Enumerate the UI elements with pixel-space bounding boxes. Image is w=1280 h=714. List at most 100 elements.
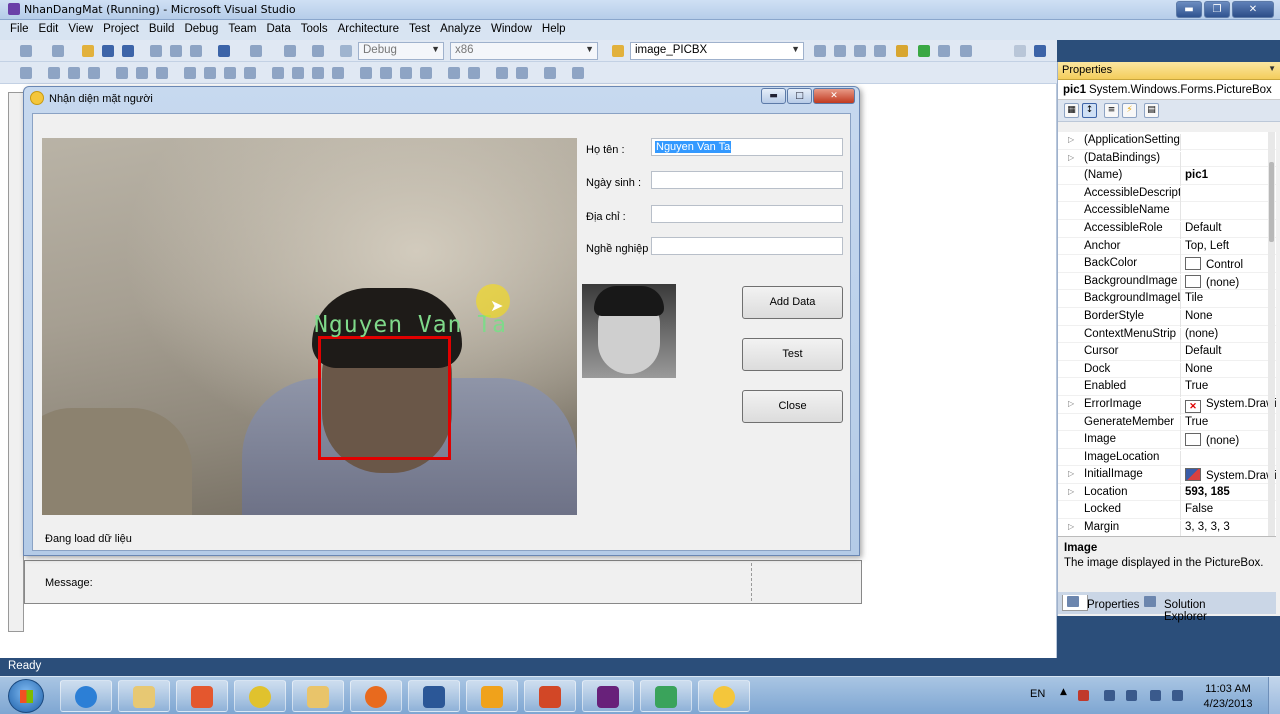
form-minimize-button[interactable]: ▬ xyxy=(761,88,786,104)
network-icon[interactable] xyxy=(1078,690,1089,701)
property-value[interactable] xyxy=(1180,450,1276,468)
property-value[interactable]: True xyxy=(1180,415,1276,433)
property-value[interactable] xyxy=(1180,204,1276,222)
name-field[interactable]: Nguyen Van Ta xyxy=(651,138,843,156)
property-value[interactable]: (none) xyxy=(1180,274,1276,292)
device-icon[interactable] xyxy=(1126,690,1137,701)
new-project-icon[interactable] xyxy=(20,45,32,57)
media-player-icon[interactable] xyxy=(176,680,228,712)
continue-icon[interactable] xyxy=(1014,45,1026,57)
start-button[interactable] xyxy=(8,679,44,713)
menu-project[interactable]: Project xyxy=(98,20,144,35)
expand-arrow-icon[interactable]: ▷ xyxy=(1068,487,1074,496)
property-row[interactable]: Locked False xyxy=(1058,501,1276,521)
visual-studio-icon[interactable] xyxy=(582,680,634,712)
align-lefts-icon[interactable] xyxy=(48,67,60,79)
test-button[interactable]: Test xyxy=(742,338,843,371)
form-maximize-button[interactable]: □ xyxy=(787,88,812,104)
address-field[interactable] xyxy=(651,205,843,223)
copy-icon[interactable] xyxy=(170,45,182,57)
add-item-icon[interactable] xyxy=(52,45,64,57)
horizontal-spacing-icon[interactable] xyxy=(272,67,284,79)
property-row[interactable]: ▷ Margin 3, 3, 3, 3 xyxy=(1058,519,1276,536)
menu-team[interactable]: Team xyxy=(223,20,261,35)
break-all-icon[interactable] xyxy=(1034,45,1046,57)
add-data-button[interactable]: Add Data xyxy=(742,286,843,319)
align-middles-icon[interactable] xyxy=(136,67,148,79)
property-row[interactable]: ▷ InitialImage System.Drawi xyxy=(1058,466,1276,486)
paint-icon[interactable] xyxy=(118,680,170,712)
menu-view[interactable]: View xyxy=(63,20,98,35)
chart-icon[interactable] xyxy=(640,680,692,712)
show-desktop-button[interactable] xyxy=(1268,677,1280,714)
paste-icon[interactable] xyxy=(190,45,202,57)
extension-manager-icon[interactable] xyxy=(896,45,908,57)
property-row[interactable]: ▷ (DataBindings) xyxy=(1058,150,1276,169)
open-file-icon[interactable] xyxy=(82,45,94,57)
object-browser-icon[interactable] xyxy=(854,45,866,57)
menu-architecture[interactable]: Architecture xyxy=(333,20,404,35)
save-all-icon[interactable] xyxy=(122,45,134,57)
restore-button[interactable]: ❐ xyxy=(1204,1,1230,18)
expand-arrow-icon[interactable]: ▷ xyxy=(1068,153,1074,162)
property-value[interactable]: System.Drawi xyxy=(1180,468,1276,486)
property-value[interactable] xyxy=(1180,186,1276,204)
events-icon[interactable]: ⚡ xyxy=(1122,103,1137,118)
save-icon[interactable] xyxy=(102,45,114,57)
decrease-horizontal-spacing-icon[interactable] xyxy=(312,67,324,79)
explorer-icon[interactable] xyxy=(292,680,344,712)
chrome-icon[interactable] xyxy=(234,680,286,712)
align-rights-icon[interactable] xyxy=(88,67,100,79)
close-button[interactable]: ✕ xyxy=(1232,1,1274,18)
menu-data[interactable]: Data xyxy=(261,20,295,35)
language-indicator[interactable]: EN xyxy=(1030,688,1045,700)
tab-solution-explorer[interactable]: Solution Explorer xyxy=(1140,595,1207,623)
menu-debug[interactable]: Debug xyxy=(179,20,223,35)
property-value[interactable]: Default xyxy=(1180,221,1276,239)
menu-file[interactable]: File xyxy=(0,20,34,35)
pen-icon[interactable] xyxy=(466,680,518,712)
expand-arrow-icon[interactable]: ▷ xyxy=(1068,469,1074,478)
menu-help[interactable]: Help xyxy=(537,20,571,35)
alphabetical-icon[interactable]: ↕ xyxy=(1082,103,1097,118)
property-value[interactable]: (none) xyxy=(1180,433,1276,451)
property-value[interactable]: Tile xyxy=(1180,292,1276,310)
property-row[interactable]: Dock None xyxy=(1058,361,1276,380)
menu-tools[interactable]: Tools xyxy=(296,20,333,35)
property-row[interactable]: ImageLocation xyxy=(1058,449,1276,468)
class-view-icon[interactable] xyxy=(918,45,930,57)
menu-analyze[interactable]: Analyze xyxy=(435,20,486,35)
platform-combo[interactable]: x86 ▼ xyxy=(450,42,598,60)
send-to-back-icon[interactable] xyxy=(516,67,528,79)
menu-build[interactable]: Build xyxy=(144,20,180,35)
navigate-backward-icon[interactable] xyxy=(284,45,296,57)
property-row[interactable]: ContextMenuStrip (none) xyxy=(1058,326,1276,345)
property-value[interactable]: 3, 3, 3, 3 xyxy=(1180,521,1276,536)
property-row[interactable]: BorderStyle None xyxy=(1058,308,1276,327)
tab-properties[interactable]: Properties xyxy=(1062,595,1139,611)
make-same-height-icon[interactable] xyxy=(204,67,216,79)
align-tops-icon[interactable] xyxy=(116,67,128,79)
property-row[interactable]: Image (none) xyxy=(1058,431,1276,451)
close-form-button[interactable]: Close xyxy=(742,390,843,423)
property-value[interactable]: Control xyxy=(1180,257,1276,275)
make-same-width-icon[interactable] xyxy=(184,67,196,79)
occupation-field[interactable] xyxy=(651,237,843,255)
internet-explorer-icon[interactable] xyxy=(60,680,112,712)
expand-arrow-icon[interactable]: ▷ xyxy=(1068,522,1074,531)
minimize-button[interactable]: ▬ xyxy=(1176,1,1202,18)
start-page-icon[interactable] xyxy=(938,45,950,57)
toolbox-icon[interactable] xyxy=(874,45,886,57)
tray-expand-icon[interactable]: ▲ xyxy=(1060,687,1067,697)
property-value[interactable]: 593, 185 xyxy=(1180,485,1276,503)
bring-to-front-icon[interactable] xyxy=(496,67,508,79)
smiley-app-icon[interactable] xyxy=(698,680,750,712)
solution-explorer-icon[interactable] xyxy=(814,45,826,57)
property-value[interactable] xyxy=(1180,134,1276,151)
solution-config-combo[interactable]: Debug ▼ xyxy=(358,42,444,60)
find-combo[interactable]: image_PICBX ▼ xyxy=(630,42,804,60)
property-row[interactable]: AccessibleRole Default xyxy=(1058,220,1276,239)
navigate-forward-icon[interactable] xyxy=(312,45,324,57)
property-value[interactable]: ✕ System.Drawi xyxy=(1180,397,1276,415)
undo-icon[interactable] xyxy=(218,45,230,57)
